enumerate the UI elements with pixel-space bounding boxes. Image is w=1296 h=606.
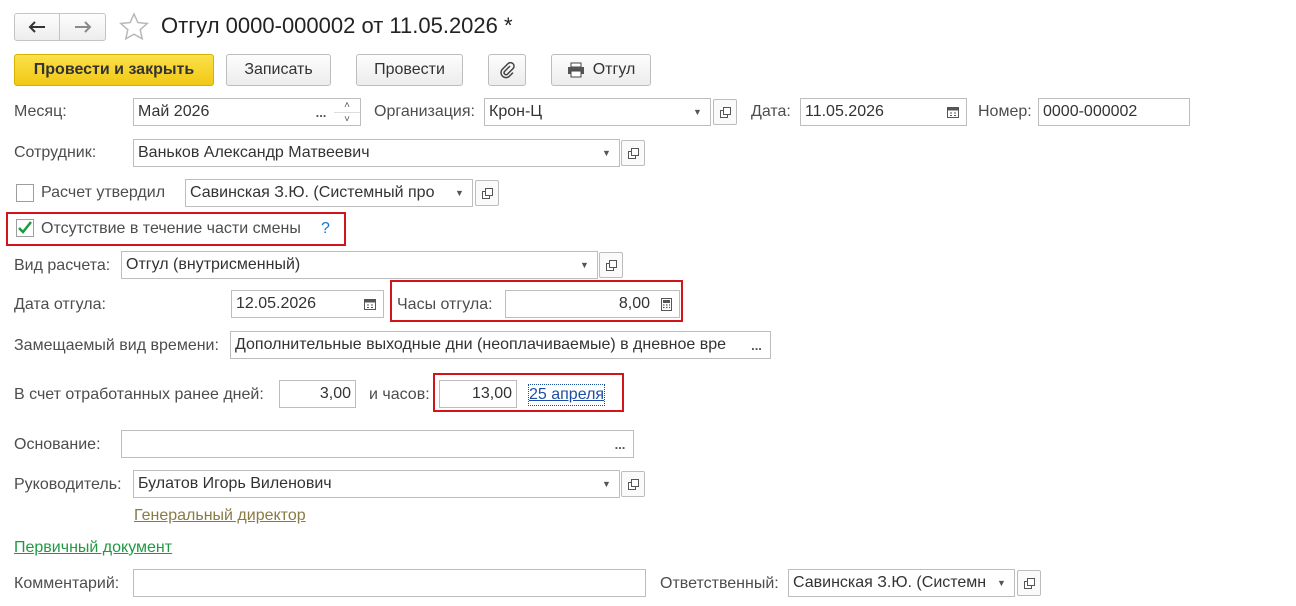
open-icon xyxy=(628,148,639,159)
date-field[interactable]: 11.05.2026 xyxy=(800,98,940,126)
number-label: Номер: xyxy=(978,103,1032,120)
open-icon xyxy=(1024,578,1035,589)
month-label: Месяц: xyxy=(14,103,67,120)
basis-field[interactable] xyxy=(121,430,608,458)
approved-checkbox[interactable] xyxy=(16,184,34,202)
primary-document-link[interactable]: Первичный документ xyxy=(14,538,172,558)
open-icon xyxy=(628,479,639,490)
post-button[interactable]: Провести xyxy=(356,54,463,86)
calc-type-dropdown-icon[interactable]: ▼ xyxy=(572,251,598,279)
calc-type-label: Вид расчета: xyxy=(14,257,111,274)
leave-hours-calculator-button[interactable] xyxy=(654,290,680,318)
nav-back-button[interactable] xyxy=(14,13,60,41)
open-icon xyxy=(720,107,731,118)
time-type-label: Замещаемый вид времени: xyxy=(14,337,219,354)
arrow-right-icon xyxy=(74,21,91,33)
open-icon xyxy=(482,188,493,199)
date-label: Дата: xyxy=(751,103,791,120)
calendar-icon xyxy=(364,299,376,310)
organization-field[interactable]: Крон-Ц xyxy=(484,98,686,126)
save-button[interactable]: Записать xyxy=(226,54,331,86)
favorite-star-icon[interactable] xyxy=(119,12,149,42)
print-button[interactable]: Отгул xyxy=(551,54,651,86)
open-icon xyxy=(606,260,617,271)
comment-label: Комментарий: xyxy=(14,575,120,592)
responsible-open-button[interactable] xyxy=(1017,570,1041,596)
employee-field[interactable]: Ваньков Александр Матвеевич xyxy=(133,139,595,167)
date-calendar-button[interactable] xyxy=(939,98,967,126)
responsible-label: Ответственный: xyxy=(660,575,779,592)
worked-hours-field[interactable]: 13,00 xyxy=(439,380,517,408)
calculator-icon xyxy=(661,297,672,311)
responsible-field[interactable]: Савинская З.Ю. (Системн xyxy=(788,569,990,597)
basis-label: Основание: xyxy=(14,436,101,453)
manager-field[interactable]: Булатов Игорь Виленович xyxy=(133,470,595,498)
post-and-close-label: Провести и закрыть xyxy=(33,61,195,78)
organization-dropdown-icon[interactable]: ▼ xyxy=(685,98,711,126)
organization-open-button[interactable] xyxy=(713,99,737,125)
time-type-select-button[interactable]: ... xyxy=(743,331,771,359)
spin-up-icon[interactable]: ˄ xyxy=(334,99,360,113)
page-title: Отгул 0000-000002 от 11.05.2026 * xyxy=(161,13,513,38)
leave-date-label: Дата отгула: xyxy=(14,296,106,313)
leave-hours-label: Часы отгула: xyxy=(397,296,493,313)
save-label: Записать xyxy=(244,61,313,78)
responsible-dropdown-icon[interactable]: ▼ xyxy=(989,569,1015,597)
employee-dropdown-icon[interactable]: ▼ xyxy=(594,139,620,167)
post-label: Провести xyxy=(374,61,445,78)
worked-days-field[interactable]: 3,00 xyxy=(279,380,356,408)
spin-down-icon[interactable]: ˅ xyxy=(334,113,360,126)
leave-hours-field[interactable]: 8,00 xyxy=(505,290,655,318)
help-icon[interactable]: ? xyxy=(321,219,330,239)
partial-absence-checkbox[interactable] xyxy=(16,219,34,237)
organization-label: Организация: xyxy=(374,103,475,120)
manager-open-button[interactable] xyxy=(621,471,645,497)
paperclip-icon xyxy=(500,61,515,79)
arrow-left-icon xyxy=(28,21,45,33)
partial-absence-label: Отсутствие в течение части смены xyxy=(41,220,301,237)
time-type-field[interactable]: Дополнительные выходные дни (неоплачивае… xyxy=(230,331,744,359)
printer-icon xyxy=(567,62,584,78)
post-and-close-button[interactable]: Провести и закрыть xyxy=(14,54,214,86)
attach-button[interactable] xyxy=(488,54,526,86)
month-select-button[interactable]: ... xyxy=(308,98,335,126)
basis-select-button[interactable]: ... xyxy=(607,430,634,458)
approved-by-field[interactable]: Савинская З.Ю. (Системный про xyxy=(185,179,448,207)
month-spinner[interactable]: ˄ ˅ xyxy=(334,98,361,126)
nav-forward-button[interactable] xyxy=(60,13,106,41)
worked-days-label: В счет отработанных ранее дней: xyxy=(14,386,264,403)
worked-date-link[interactable]: 25 апреля xyxy=(527,384,606,406)
manager-label: Руководитель: xyxy=(14,476,122,493)
manager-position-link[interactable]: Генеральный директор xyxy=(134,506,306,526)
comment-field[interactable] xyxy=(133,569,646,597)
approved-label: Расчет утвердил xyxy=(41,184,166,201)
calc-type-field[interactable]: Отгул (внутрисменный) xyxy=(121,251,573,279)
print-label: Отгул xyxy=(592,61,636,78)
manager-dropdown-icon[interactable]: ▼ xyxy=(594,470,620,498)
worked-hours-label: и часов: xyxy=(369,386,430,403)
approved-by-open-button[interactable] xyxy=(475,180,499,206)
approved-by-dropdown-icon[interactable]: ▼ xyxy=(447,179,473,207)
leave-date-field[interactable]: 12.05.2026 xyxy=(231,290,358,318)
calc-type-open-button[interactable] xyxy=(599,252,623,278)
leave-date-calendar-button[interactable] xyxy=(357,290,384,318)
employee-label: Сотрудник: xyxy=(14,144,97,161)
calendar-icon xyxy=(946,107,959,118)
checkmark-icon xyxy=(18,221,32,234)
number-field[interactable]: 0000-000002 xyxy=(1038,98,1190,126)
month-field[interactable]: Май 2026 xyxy=(133,98,309,126)
employee-open-button[interactable] xyxy=(621,140,645,166)
